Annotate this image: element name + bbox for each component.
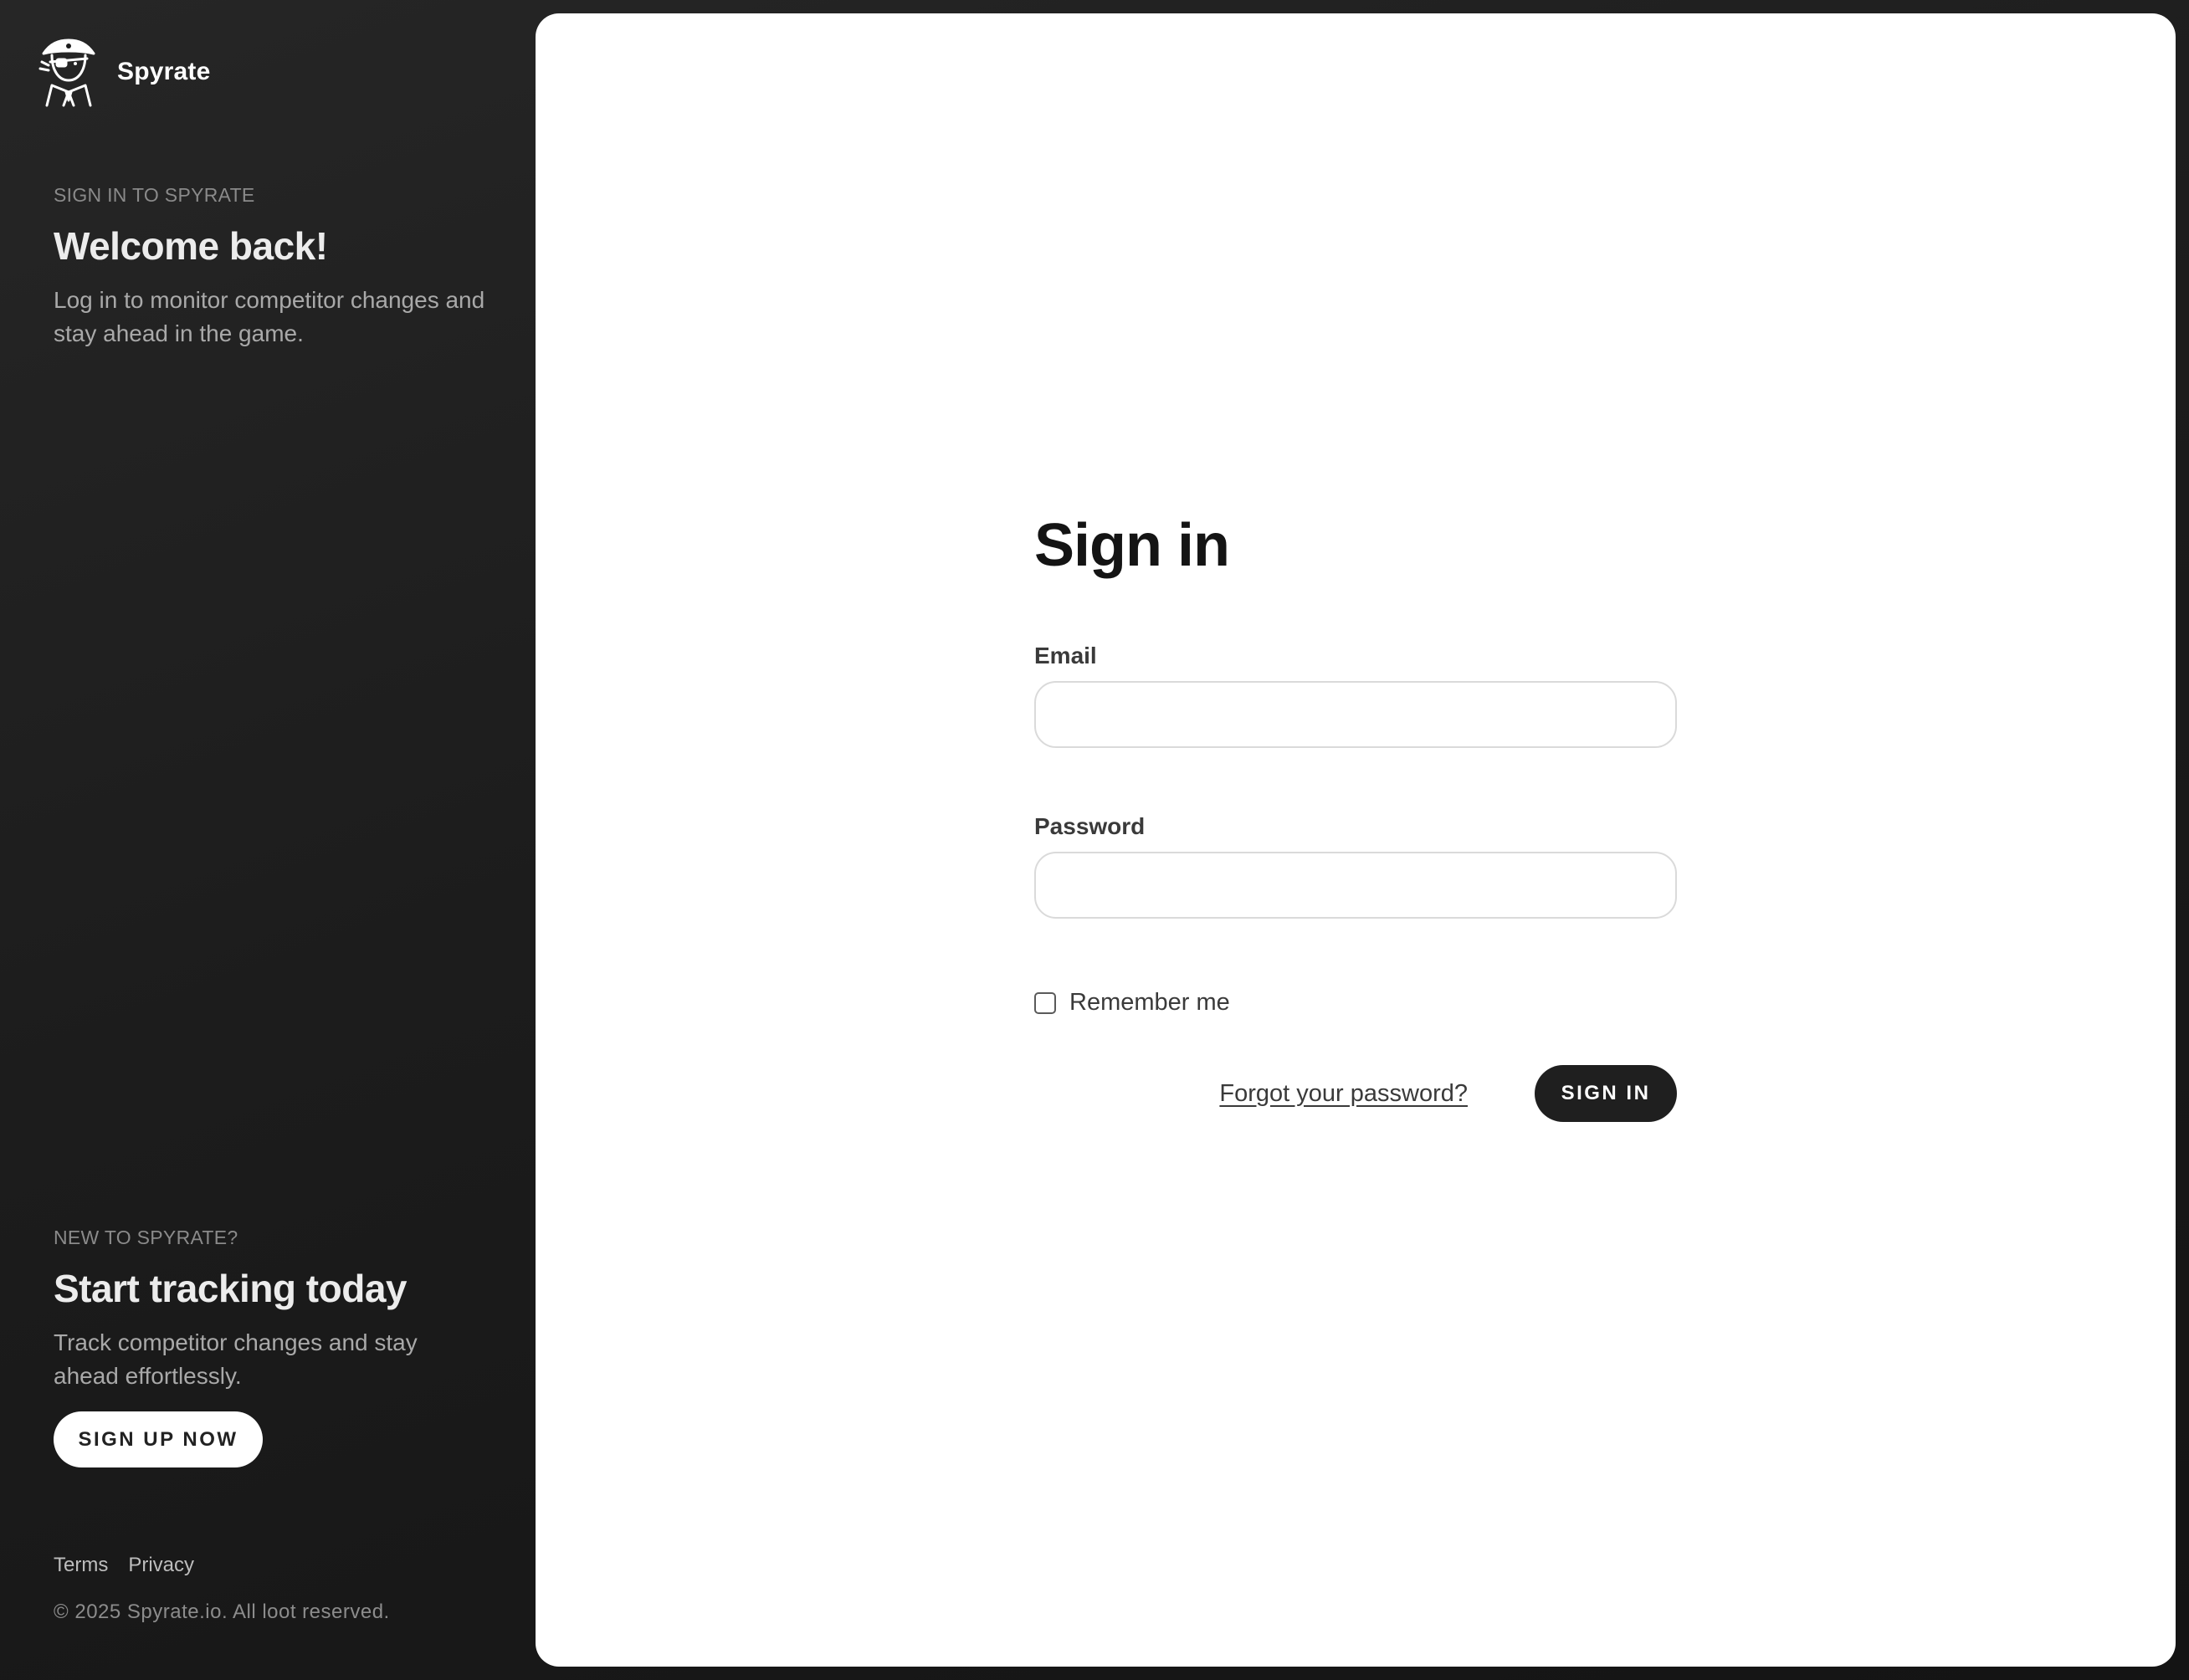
signup-eyebrow: NEW TO SPYRATE? — [54, 1227, 238, 1248]
form-actions: Forgot your password? SIGN IN — [1034, 1065, 1677, 1122]
terms-link[interactable]: Terms — [54, 1554, 108, 1577]
password-group: Password — [1034, 813, 1677, 919]
welcome-description: Log in to monitor competitor changes and… — [54, 287, 485, 346]
welcome-section: SIGN IN TO SPYRATE Welcome back! Log in … — [54, 184, 489, 351]
sign-in-button[interactable]: SIGN IN — [1535, 1065, 1677, 1122]
sidebar: Spyrate SIGN IN TO SPYRATE Welcome back!… — [0, 0, 536, 1680]
brand[interactable]: Spyrate — [38, 37, 210, 107]
privacy-link[interactable]: Privacy — [128, 1554, 194, 1577]
sign-in-form: Sign in Email Password Remember me Forgo… — [1034, 515, 1677, 1122]
password-label: Password — [1034, 813, 1146, 839]
brand-name: Spyrate — [117, 58, 211, 85]
sign-in-page: Spyrate SIGN IN TO SPYRATE Welcome back!… — [0, 0, 2189, 1680]
password-input[interactable] — [1034, 852, 1677, 919]
email-label: Email — [1034, 643, 1097, 668]
email-input[interactable] — [1034, 681, 1677, 748]
remember-me-label[interactable]: Remember me — [1069, 989, 1230, 1017]
footer-links: Terms Privacy — [54, 1554, 194, 1577]
signup-section: NEW TO SPYRATE? Start tracking today Tra… — [54, 1227, 489, 1467]
page-title: Sign in — [1034, 512, 1230, 579]
pirate-spy-icon — [38, 37, 99, 107]
main-panel: Sign in Email Password Remember me Forgo… — [536, 13, 2176, 1667]
forgot-password-link[interactable]: Forgot your password? — [1219, 1080, 1468, 1108]
welcome-title: Welcome back! — [54, 224, 328, 268]
remember-me-checkbox[interactable] — [1034, 991, 1056, 1014]
welcome-eyebrow: SIGN IN TO SPYRATE — [54, 184, 255, 206]
remember-me-row[interactable]: Remember me — [1034, 989, 1677, 1017]
signup-description: Track competitor changes and stay ahead … — [54, 1329, 418, 1389]
sign-up-button[interactable]: SIGN UP NOW — [54, 1411, 263, 1467]
signup-title: Start tracking today — [54, 1267, 408, 1310]
copyright: © 2025 Spyrate.io. All loot reserved. — [54, 1601, 390, 1623]
email-group: Email — [1034, 643, 1677, 748]
